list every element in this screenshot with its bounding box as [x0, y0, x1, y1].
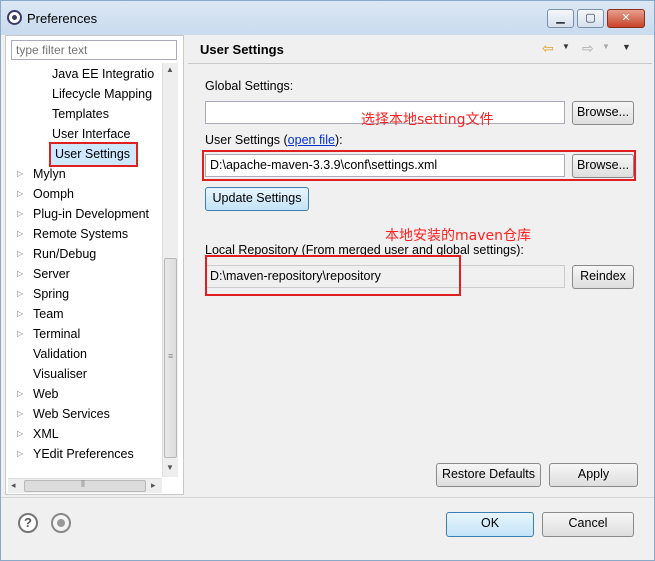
- back-arrow-icon[interactable]: ⇦: [542, 40, 554, 57]
- tree-item-label: User Interface: [52, 127, 131, 141]
- expand-arrow-icon[interactable]: ▷: [17, 265, 27, 283]
- view-menu-icon[interactable]: ▼: [622, 42, 631, 52]
- expand-arrow-icon[interactable]: ▷: [17, 405, 27, 423]
- filter-input[interactable]: [11, 40, 177, 60]
- scroll-right-arrow-icon[interactable]: ▸: [151, 480, 156, 491]
- scroll-up-arrow-icon[interactable]: ▲: [166, 65, 174, 74]
- page-navigation: ⇦ ▼ ⇨ ▼ ▼: [540, 40, 640, 58]
- scroll-left-arrow-icon[interactable]: ◂: [11, 480, 16, 491]
- scroll-down-arrow-icon[interactable]: ▼: [166, 463, 174, 472]
- expand-arrow-icon[interactable]: ▷: [17, 245, 27, 263]
- tree-item-label: User Settings: [49, 142, 139, 167]
- tree-item-label: Visualiser: [33, 367, 87, 381]
- user-settings-label: User Settings (open file):: [205, 133, 343, 147]
- back-dropdown-icon[interactable]: ▼: [562, 42, 570, 51]
- grip-icon: ≡: [168, 351, 174, 361]
- forward-dropdown-icon[interactable]: ▼: [602, 42, 610, 51]
- tree-item-label: XML: [33, 427, 59, 441]
- tree-item-label: Server: [33, 267, 70, 281]
- footer-divider: [1, 497, 654, 498]
- help-icon[interactable]: ?: [18, 513, 38, 533]
- open-file-link[interactable]: open file: [288, 133, 335, 147]
- tree-item-label: Mylyn: [33, 167, 66, 181]
- apply-button[interactable]: Apply: [549, 463, 638, 487]
- tree-item-label: Oomph: [33, 187, 74, 201]
- user-settings-label-suffix: ):: [334, 133, 343, 147]
- scrollbar-thumb[interactable]: ≡: [164, 258, 177, 458]
- tree-item-label: Remote Systems: [33, 227, 129, 241]
- annotation-local-repo: 本地安装的maven仓库: [385, 228, 531, 244]
- annotation-choose-setting: 选择本地setting文件: [361, 112, 494, 128]
- expand-arrow-icon[interactable]: ▷: [17, 445, 27, 463]
- window-title: Preferences: [27, 11, 98, 26]
- title-bar: Preferences ▁ ▢ ✕: [1, 1, 654, 35]
- expand-arrow-icon[interactable]: ▷: [17, 325, 27, 343]
- tree-item-label: YEdit Preferences: [33, 447, 134, 461]
- global-settings-label: Global Settings:: [205, 79, 294, 93]
- expand-arrow-icon[interactable]: ▷: [17, 285, 27, 303]
- tree-item-label: Web: [33, 387, 59, 401]
- page-title: User Settings: [200, 42, 284, 57]
- forward-arrow-icon[interactable]: ⇨: [582, 40, 594, 57]
- global-browse-button[interactable]: Browse...: [572, 101, 634, 125]
- tree-item-label: Spring: [33, 287, 70, 301]
- restore-defaults-button[interactable]: Restore Defaults: [436, 463, 541, 487]
- expand-arrow-icon[interactable]: ▷: [17, 425, 27, 443]
- tree-item-label: Lifecycle Mapping: [52, 87, 153, 101]
- reindex-button[interactable]: Reindex: [572, 265, 634, 289]
- tree-item-label: Run/Debug: [33, 247, 97, 261]
- tree-item-label: Plug-in Development: [33, 207, 150, 221]
- preference-tree-panel: Java EE Integratio Lifecycle Mapping Templ…: [5, 35, 184, 495]
- tree-item-label: Java EE Integratio: [52, 67, 155, 81]
- import-export-icon[interactable]: [51, 513, 71, 533]
- expand-arrow-icon[interactable]: ▷: [17, 205, 27, 223]
- user-settings-label-prefix: User Settings (: [205, 133, 288, 147]
- expand-arrow-icon[interactable]: ▷: [17, 385, 27, 403]
- header-divider: [188, 63, 652, 64]
- maximize-button[interactable]: ▢: [577, 9, 604, 28]
- horizontal-scrollbar-thumb[interactable]: ⦀: [24, 479, 146, 492]
- eclipse-icon: [7, 10, 22, 25]
- minimize-button[interactable]: ▁: [547, 9, 574, 28]
- cancel-button[interactable]: Cancel: [542, 512, 634, 537]
- grip-icon: ⦀: [81, 479, 85, 489]
- ok-button[interactable]: OK: [446, 512, 534, 537]
- expand-arrow-icon[interactable]: ▷: [17, 225, 27, 243]
- expand-arrow-icon[interactable]: ▷: [17, 305, 27, 323]
- tree-item-label: Web Services: [33, 407, 110, 421]
- annotation-box-local-repo: [205, 255, 461, 296]
- close-button[interactable]: ✕: [607, 9, 645, 28]
- tree-item-label: Terminal: [33, 327, 81, 341]
- preferences-window: Preferences ▁ ▢ ✕ Java EE Integratio Life…: [0, 0, 655, 561]
- user-settings-page: User Settings ⇦ ▼ ⇨ ▼ ▼ Global Settings:…: [188, 35, 652, 495]
- update-settings-button[interactable]: Update Settings: [205, 187, 309, 211]
- vertical-scrollbar[interactable]: ▲ ≡ ▼: [162, 63, 178, 477]
- tree-item-label: Team: [33, 307, 64, 321]
- expand-arrow-icon[interactable]: ▷: [17, 165, 27, 183]
- expand-arrow-icon[interactable]: ▷: [17, 185, 27, 203]
- tree-item-label: Validation: [33, 347, 87, 361]
- preference-tree: Java EE Integratio Lifecycle Mapping Templ…: [8, 63, 162, 477]
- horizontal-scrollbar[interactable]: ◂ ⦀ ▸: [8, 478, 162, 493]
- tree-item-label: Templates: [52, 107, 109, 121]
- annotation-box-user-settings: [202, 150, 636, 181]
